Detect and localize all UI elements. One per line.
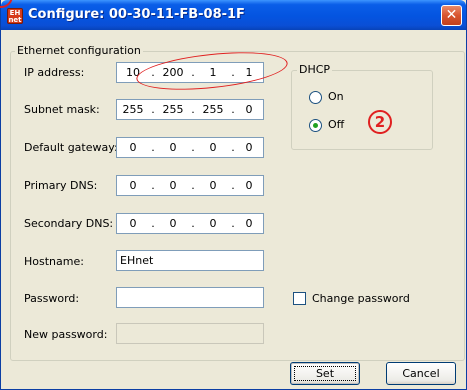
- ip-octet-3: 1: [209, 66, 217, 79]
- dhcp-on-radio[interactable]: [309, 91, 322, 104]
- default-gateway-field[interactable]: 0 . 0 . 0 . 0: [116, 137, 264, 158]
- dns1-octet-3: 0: [209, 179, 217, 192]
- new-password-label: New password:: [24, 328, 108, 341]
- subnet-mask-field[interactable]: 255 . 255 . 255 . 0: [116, 99, 264, 120]
- new-password-field: [116, 323, 264, 344]
- dhcp-title: DHCP: [297, 63, 333, 76]
- dhcp-off-radio[interactable]: [309, 119, 322, 132]
- window-title: Configure: 00-30-11-FB-08-1F: [28, 7, 245, 22]
- subnet-mask-label: Subnet mask:: [24, 103, 100, 116]
- secondary-dns-field[interactable]: 0 . 0 . 0 . 0: [116, 213, 264, 234]
- subnet-octet-3: 255: [202, 103, 224, 116]
- ehnet-app-icon: EH net: [7, 8, 23, 24]
- close-button[interactable]: ✕: [441, 5, 462, 26]
- ip-dot: .: [151, 66, 155, 79]
- ip-dot: .: [191, 103, 195, 116]
- configure-dialog: EH net Configure: 00-30-11-FB-08-1F ✕ Et…: [0, 0, 467, 390]
- ethernet-config-title: Ethernet configuration: [15, 44, 143, 57]
- ip-address-field[interactable]: 10 . 200 . 1 . 1: [116, 62, 264, 83]
- ip-dot: .: [151, 179, 155, 192]
- primary-dns-field[interactable]: 0 . 0 . 0 . 0: [116, 175, 264, 196]
- ip-octet-4: 1: [245, 66, 253, 79]
- dns1-octet-4: 0: [245, 179, 253, 192]
- ip-dot: .: [191, 217, 195, 230]
- gateway-octet-1: 0: [129, 141, 137, 154]
- ip-octet-2: 200: [162, 66, 184, 79]
- ip-dot: .: [151, 217, 155, 230]
- ip-octet-1: 10: [126, 66, 140, 79]
- dns2-octet-2: 0: [169, 217, 177, 230]
- title-bar[interactable]: EH net Configure: 00-30-11-FB-08-1F ✕: [1, 0, 466, 30]
- dhcp-off-label[interactable]: Off: [328, 118, 344, 131]
- default-gateway-label: Default gateway:: [24, 141, 118, 154]
- ip-dot: .: [191, 141, 195, 154]
- dns2-octet-1: 0: [129, 217, 137, 230]
- ip-address-label: IP address:: [24, 66, 85, 79]
- password-label: Password:: [24, 292, 80, 305]
- dhcp-group: [291, 70, 433, 150]
- password-field[interactable]: [116, 287, 264, 308]
- subnet-octet-2: 255: [162, 103, 184, 116]
- dhcp-on-label[interactable]: On: [328, 90, 344, 103]
- annotation-marker-2: 2: [368, 110, 392, 134]
- set-button[interactable]: Set: [290, 362, 360, 385]
- secondary-dns-label: Secondary DNS:: [24, 217, 114, 230]
- subnet-octet-1: 255: [122, 103, 144, 116]
- ip-dot: .: [191, 66, 195, 79]
- change-password-label[interactable]: Change password: [312, 292, 410, 305]
- subnet-octet-4: 0: [245, 103, 253, 116]
- gateway-octet-4: 0: [245, 141, 253, 154]
- cancel-button[interactable]: Cancel: [386, 362, 456, 385]
- gateway-octet-2: 0: [169, 141, 177, 154]
- hostname-field[interactable]: EHnet: [116, 250, 264, 271]
- ip-dot: .: [191, 179, 195, 192]
- dns1-octet-1: 0: [129, 179, 137, 192]
- gateway-octet-3: 0: [209, 141, 217, 154]
- primary-dns-label: Primary DNS:: [24, 179, 98, 192]
- hostname-label: Hostname:: [24, 255, 84, 268]
- dns2-octet-3: 0: [209, 217, 217, 230]
- dns1-octet-2: 0: [169, 179, 177, 192]
- focus-rect: [294, 366, 356, 381]
- ip-dot: .: [151, 141, 155, 154]
- ip-dot: .: [151, 103, 155, 116]
- change-password-checkbox[interactable]: [293, 292, 306, 305]
- dns2-octet-4: 0: [245, 217, 253, 230]
